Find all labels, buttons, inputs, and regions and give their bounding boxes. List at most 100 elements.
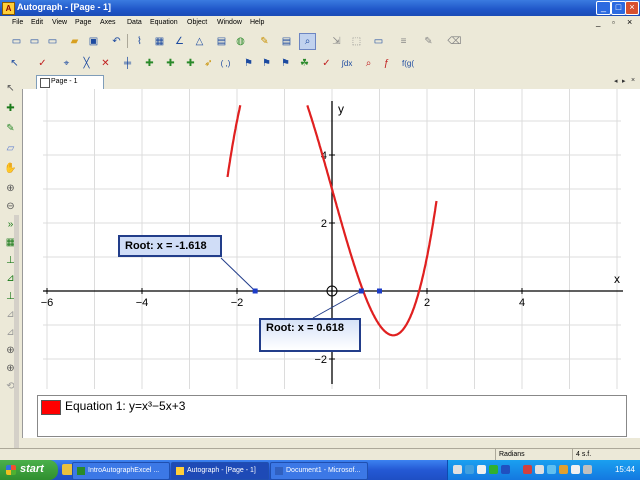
pen-icon[interactable]: ✎ — [420, 33, 437, 50]
tray-security-icon[interactable] — [489, 465, 498, 474]
tray-power-icon[interactable] — [559, 465, 568, 474]
triangle-icon[interactable]: △ — [191, 33, 208, 50]
eraser-icon[interactable]: ⌫ — [446, 33, 463, 50]
task-word-document[interactable]: Document1 - Microsof... — [270, 462, 368, 480]
grid-icon[interactable]: ▦ — [151, 33, 168, 50]
pencil-icon[interactable]: ✎ — [256, 33, 273, 50]
tray-monitor-icon[interactable] — [571, 465, 580, 474]
axes-icon[interactable]: ∠ — [171, 33, 188, 50]
menu-file[interactable]: File — [12, 19, 23, 26]
minimize-button[interactable]: _ — [596, 1, 611, 15]
monitor-icon[interactable]: ▭ — [370, 33, 387, 50]
task-autograph[interactable]: Autograph - [Page - 1] — [171, 462, 269, 480]
menu-equation[interactable]: Equation — [150, 19, 178, 26]
line-icon[interactable]: ╳ — [78, 55, 95, 72]
save-icon[interactable]: ▣ — [85, 33, 102, 50]
tray-alert-icon[interactable] — [523, 465, 532, 474]
tangent-icon[interactable]: ✓ — [318, 55, 335, 72]
flag2-icon[interactable]: ⚑ — [258, 55, 275, 72]
tray-network-icon[interactable] — [453, 465, 462, 474]
taskbar: start IntroAutographExcel ... Autograph … — [0, 460, 640, 480]
tray-sync-icon[interactable] — [547, 465, 556, 474]
menu-data[interactable]: Data — [127, 19, 142, 26]
tray-bluetooth-icon[interactable] — [501, 465, 510, 474]
graph-canvas[interactable]: −6 −4 −2 2 4 4 2 −2 x y Root: x = -1.618 Root: x … — [22, 89, 640, 438]
mdi-restore-button[interactable]: ▫ — [612, 18, 615, 27]
open-icon[interactable]: ▰ — [66, 33, 83, 50]
y-axis-label: y — [338, 102, 344, 116]
brackets-icon[interactable]: ( ,) — [217, 55, 234, 72]
chart-icon[interactable]: ⌇ — [131, 33, 148, 50]
sig-figs-status: 4 s.f. — [572, 449, 636, 460]
pencil-tool-icon[interactable]: ✎ — [3, 121, 18, 136]
table-icon[interactable]: ▤ — [213, 33, 230, 50]
add-shape-icon[interactable]: ✚ — [182, 55, 199, 72]
eraser-tool-icon[interactable]: ▱ — [3, 141, 18, 156]
crosshair-icon[interactable]: ╪ — [119, 55, 136, 72]
tab-close-icon[interactable]: × — [631, 77, 635, 84]
x-tick-label: −6 — [41, 297, 54, 309]
menu-page[interactable]: Page — [75, 19, 91, 26]
root-marker — [358, 288, 364, 294]
globe-icon[interactable]: ◍ — [232, 33, 249, 50]
new-icon[interactable]: ▭ — [8, 33, 25, 50]
tab-page-1[interactable]: Page - 1 — [36, 75, 104, 89]
tray-usb-icon[interactable] — [583, 465, 592, 474]
menu-window[interactable]: Window — [217, 19, 242, 26]
flag3-icon[interactable]: ⚑ — [277, 55, 294, 72]
add-point-icon[interactable]: ✚ — [141, 55, 158, 72]
tray-app-icon[interactable] — [465, 465, 474, 474]
zoom-icon[interactable]: ⌕ — [299, 33, 316, 50]
tray-volume-icon[interactable] — [535, 465, 544, 474]
add-line-icon[interactable]: ✚ — [162, 55, 179, 72]
delete-icon[interactable]: ✕ — [97, 55, 114, 72]
add-vector-icon[interactable]: ➶ — [200, 55, 217, 72]
arrow-select-icon[interactable]: ↖ — [3, 81, 18, 96]
fg-icon[interactable]: f(g( — [396, 55, 420, 72]
root-1-leader — [220, 257, 256, 292]
close-button[interactable]: × — [625, 1, 639, 15]
menu-help[interactable]: Help — [250, 19, 264, 26]
zoom-out-tool-icon[interactable]: ⊖ — [3, 199, 18, 214]
menu-view[interactable]: View — [52, 19, 67, 26]
menu-axes[interactable]: Axes — [100, 19, 116, 26]
toolbox-scrollbar[interactable] — [14, 215, 19, 475]
line-style-icon[interactable]: ≡ — [395, 33, 412, 50]
y-tick-label: −2 — [314, 354, 327, 366]
fx-icon[interactable]: ƒ — [378, 55, 395, 72]
task-intro-autograph-excel[interactable]: IntroAutographExcel ... — [72, 462, 170, 480]
turtle-icon[interactable]: ☘ — [296, 55, 313, 72]
menu-edit[interactable]: Edit — [31, 19, 43, 26]
check-icon[interactable]: ✓ — [34, 55, 51, 72]
equation-legend[interactable]: Equation 1: y=x³−5x+3 — [37, 395, 627, 437]
equation-label: Equation 1: y=x³−5x+3 — [65, 399, 186, 413]
page-tab-strip: Page - 1 ◂ ▸ × — [22, 75, 640, 89]
point-icon[interactable]: ⌖ — [58, 55, 75, 72]
mdi-close-button[interactable]: × — [627, 17, 632, 27]
start-button[interactable]: start — [0, 460, 58, 480]
root-callout-2[interactable]: Root: x = 0.618 — [259, 318, 361, 352]
scale-icon[interactable]: ⇲ — [328, 33, 345, 50]
flag-icon[interactable]: ⚑ — [240, 55, 257, 72]
new-page-icon[interactable]: ▭ — [26, 33, 43, 50]
copy-page-icon[interactable]: ▭ — [44, 33, 61, 50]
integral-icon[interactable]: ∫dx — [337, 55, 357, 72]
tab-scroll-right-icon[interactable]: ▸ — [622, 77, 626, 85]
maximize-button[interactable]: □ — [611, 1, 626, 15]
undo-icon[interactable]: ↶ — [108, 33, 125, 50]
left-toolbox: ↖ ✚ ✎ ▱ ✋ ⊕ ⊖ » ▦ ⊥ ⊿ ⊥ ⊿ ⊿ ⊕ ⊕ ⟲ — [0, 75, 22, 475]
shape-icon[interactable]: ⬚ — [348, 33, 365, 50]
zoom-in-tool-icon[interactable]: ⊕ — [3, 181, 18, 196]
tab-scroll-left-icon[interactable]: ◂ — [614, 77, 618, 85]
mdi-minimize-button[interactable]: _ — [596, 18, 600, 27]
equation-color-swatch[interactable] — [41, 400, 61, 415]
hand-tool-icon[interactable]: ✋ — [3, 161, 18, 176]
notepad-icon[interactable]: ▤ — [278, 33, 295, 50]
search-fx-icon[interactable]: ⌕ — [360, 55, 377, 72]
tray-display-icon[interactable] — [477, 465, 486, 474]
root-callout-1[interactable]: Root: x = -1.618 — [118, 235, 222, 257]
autograph-app-icon[interactable]: A — [2, 2, 15, 15]
menu-object[interactable]: Object — [187, 19, 207, 26]
select-icon[interactable]: ↖ — [6, 55, 23, 72]
add-point-tool-icon[interactable]: ✚ — [3, 101, 18, 116]
